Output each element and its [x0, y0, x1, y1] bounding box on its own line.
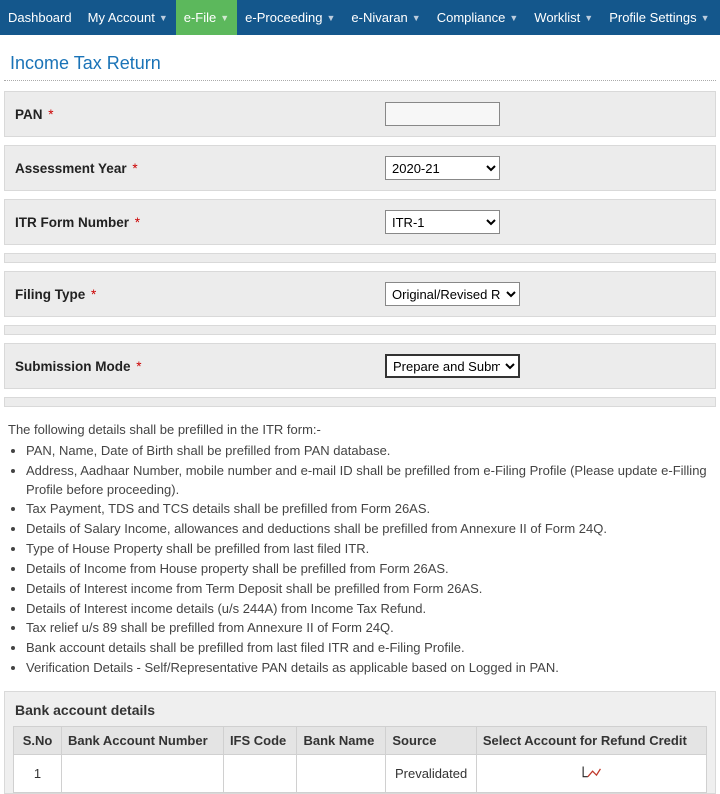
required-mark: * — [136, 359, 141, 374]
itr-form-select[interactable]: ITR-1 — [385, 210, 500, 234]
label-text: Assessment Year — [15, 161, 127, 176]
nav-eproceeding[interactable]: e-Proceeding ▼ — [237, 0, 343, 35]
required-mark: * — [48, 107, 53, 122]
table-header-row: S.No Bank Account Number IFS Code Bank N… — [14, 726, 707, 754]
filing-type-select[interactable]: Original/Revised Return — [385, 282, 520, 306]
info-item: Address, Aadhaar Number, mobile number a… — [26, 462, 716, 500]
page-title-wrap: Income Tax Return — [4, 35, 716, 81]
info-item: Details of Salary Income, allowances and… — [26, 520, 716, 539]
label-text: ITR Form Number — [15, 215, 129, 230]
bank-table: S.No Bank Account Number IFS Code Bank N… — [13, 726, 707, 793]
nav-dashboard[interactable]: Dashboard — [0, 0, 80, 35]
field-submission: Prepare and Submit Online — [385, 354, 520, 378]
spacer — [4, 325, 716, 335]
label-submission: Submission Mode * — [15, 359, 385, 374]
bank-title: Bank account details — [13, 698, 707, 726]
label-text: Filing Type — [15, 287, 85, 302]
required-mark: * — [91, 287, 96, 302]
nav-my-account[interactable]: My Account ▼ — [80, 0, 176, 35]
cell-acct — [62, 754, 224, 792]
chevron-down-icon: ▼ — [584, 13, 593, 23]
label-ay: Assessment Year * — [15, 161, 385, 176]
col-acct: Bank Account Number — [62, 726, 224, 754]
col-refund: Select Account for Refund Credit — [476, 726, 706, 754]
info-item: Details of Interest income from Term Dep… — [26, 580, 716, 599]
info-item: Details of Income from House property sh… — [26, 560, 716, 579]
cell-source: Prevalidated — [386, 754, 476, 792]
nav-label: Dashboard — [8, 10, 72, 25]
bank-account-details: Bank account details S.No Bank Account N… — [4, 691, 716, 794]
col-sno: S.No — [14, 726, 62, 754]
info-item: Type of House Property shall be prefille… — [26, 540, 716, 559]
cell-refund — [476, 754, 706, 792]
label-text: Submission Mode — [15, 359, 131, 374]
nav-label: Compliance — [437, 10, 506, 25]
required-mark: * — [132, 161, 137, 176]
nav-efile[interactable]: e-File▼ — [176, 0, 237, 35]
nav-label: Profile Settings — [609, 10, 696, 25]
nav-profile-settings[interactable]: Profile Settings ▼ — [601, 0, 717, 35]
cell-ifs — [223, 754, 297, 792]
prefill-info: The following details shall be prefilled… — [0, 415, 720, 687]
nav-compliance[interactable]: Compliance▼ — [429, 0, 527, 35]
field-pan — [385, 102, 500, 126]
info-list: PAN, Name, Date of Birth shall be prefil… — [4, 442, 716, 678]
row-submission-mode: Submission Mode * Prepare and Submit Onl… — [4, 343, 716, 389]
assessment-year-select[interactable]: 2020-21 — [385, 156, 500, 180]
top-nav: Dashboard My Account▼ e-File▼ e-Proceedi… — [0, 0, 720, 35]
nav-label: Worklist — [534, 10, 580, 25]
label-pan: PAN * — [15, 107, 385, 122]
field-ay: 2020-21 — [385, 156, 500, 180]
nav-label: e-Proceeding — [245, 10, 322, 25]
label-itr: ITR Form Number * — [15, 215, 385, 230]
nav-label: My Account — [88, 10, 155, 25]
spacer — [4, 397, 716, 407]
info-item: Bank account details shall be prefilled … — [26, 639, 716, 658]
chevron-down-icon: ▼ — [159, 13, 168, 23]
label-filing: Filing Type * — [15, 287, 385, 302]
form-area: PAN * Assessment Year * 2020-21 ITR Form… — [0, 91, 720, 407]
page-title: Income Tax Return — [10, 53, 710, 74]
col-ifs: IFS Code — [223, 726, 297, 754]
refund-select-icon[interactable] — [580, 769, 602, 784]
info-item: Details of Interest income details (u/s … — [26, 600, 716, 619]
info-item: Tax Payment, TDS and TCS details shall b… — [26, 500, 716, 519]
cell-bankname — [297, 754, 386, 792]
chevron-down-icon: ▼ — [509, 13, 518, 23]
spacer — [4, 253, 716, 263]
row-assessment-year: Assessment Year * 2020-21 — [4, 145, 716, 191]
nav-label: e-Nivaran — [351, 10, 407, 25]
pan-input[interactable] — [385, 102, 500, 126]
info-intro: The following details shall be prefilled… — [8, 421, 716, 440]
field-filing: Original/Revised Return — [385, 282, 520, 306]
table-row: 1 Prevalidated — [14, 754, 707, 792]
chevron-down-icon: ▼ — [412, 13, 421, 23]
row-filing-type: Filing Type * Original/Revised Return — [4, 271, 716, 317]
chevron-down-icon: ▼ — [327, 13, 336, 23]
col-source: Source — [386, 726, 476, 754]
col-bankname: Bank Name — [297, 726, 386, 754]
nav-label: e-File — [184, 10, 217, 25]
field-itr: ITR-1 — [385, 210, 500, 234]
label-text: PAN — [15, 107, 43, 122]
nav-enivaran[interactable]: e-Nivaran ▼ — [343, 0, 428, 35]
required-mark: * — [135, 215, 140, 230]
info-item: PAN, Name, Date of Birth shall be prefil… — [26, 442, 716, 461]
chevron-down-icon: ▼ — [701, 13, 710, 23]
row-itr-form: ITR Form Number * ITR-1 — [4, 199, 716, 245]
nav-worklist[interactable]: Worklist ▼ — [526, 0, 601, 35]
info-item: Tax relief u/s 89 shall be prefilled fro… — [26, 619, 716, 638]
info-item: Verification Details - Self/Representati… — [26, 659, 716, 678]
row-pan: PAN * — [4, 91, 716, 137]
submission-mode-select[interactable]: Prepare and Submit Online — [385, 354, 520, 378]
cell-sno: 1 — [14, 754, 62, 792]
chevron-down-icon: ▼ — [220, 13, 229, 23]
